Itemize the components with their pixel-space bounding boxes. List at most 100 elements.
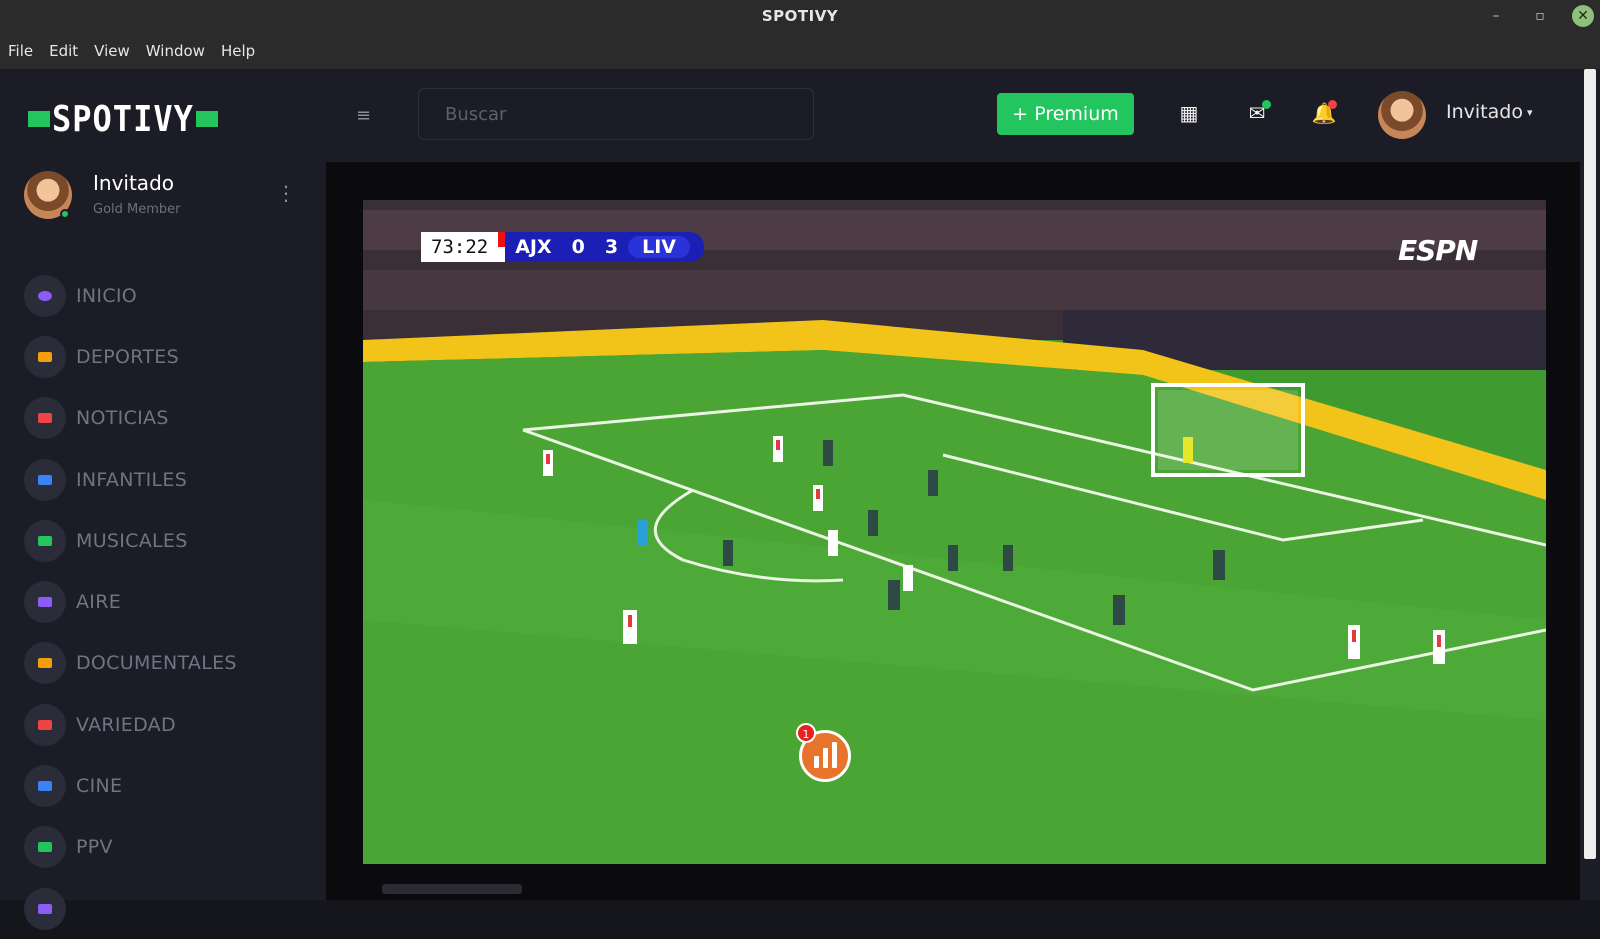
window-title: SPOTIVY [761, 7, 839, 25]
player [823, 440, 833, 466]
player [868, 510, 878, 536]
chevron-down-icon: ▾ [1526, 106, 1533, 119]
scrollbar-thumb[interactable] [1584, 69, 1596, 859]
user-dropdown-label: Invitado [1446, 101, 1523, 123]
hamburger-menu-icon[interactable]: ≡ [356, 105, 371, 126]
bar-chart-icon [813, 756, 819, 768]
ppv-icon-glyph [38, 842, 52, 853]
mail-icon[interactable]: ✉ [1244, 100, 1271, 126]
sidebar-item-label: MUSICALES [76, 529, 188, 552]
goal-net [1158, 390, 1298, 470]
cinema-icon [24, 765, 66, 808]
sidebar-item-label: CINE [76, 775, 123, 798]
menu-file[interactable]: File [8, 42, 33, 60]
goalkeeper [1183, 437, 1193, 463]
ppv-icon [24, 826, 66, 869]
app-logo[interactable]: SPOTIVY [28, 98, 218, 140]
logo-text: SPOTIVY [52, 98, 194, 140]
sidebar-item-label: NOTICIAS [76, 407, 169, 430]
kids-icon [24, 458, 66, 501]
main-content: 73:22 AJX 0 3 LIV ESPN 1 [326, 162, 1580, 900]
more-options-icon[interactable]: ⋮ [276, 183, 296, 203]
broadcast-icon-glyph [38, 597, 52, 608]
player [928, 470, 938, 496]
cinema-icon-glyph [38, 781, 52, 792]
sidebar-item-label: INICIO [76, 284, 138, 307]
sidebar-nav: INICIO DEPORTES NOTICIAS INFANTILES MUSI… [24, 265, 314, 939]
sidebar-item-variedad[interactable]: VARIEDAD [24, 694, 314, 755]
online-status-dot [60, 209, 70, 219]
variety-icon-glyph [38, 719, 52, 730]
player [948, 545, 958, 571]
menu-window[interactable]: Window [146, 42, 205, 60]
notification-bell-icon[interactable]: 🔔 [1311, 100, 1337, 126]
search-input[interactable] [418, 88, 814, 140]
maximize-icon[interactable]: ▫ [1529, 5, 1551, 27]
legal-icon [24, 887, 66, 930]
sidebar-item-label: AIRE [76, 591, 122, 614]
sidebar-item-partial[interactable] [24, 878, 314, 939]
player [1213, 550, 1225, 580]
sidebar-item-inicio[interactable]: INICIO [24, 265, 314, 326]
sidebar-item-ppv[interactable]: PPV [24, 817, 314, 878]
minimize-icon[interactable]: – [1485, 5, 1507, 27]
team-flag [498, 231, 506, 262]
shirt-stripe [776, 440, 780, 450]
sidebar-item-label: DOCUMENTALES [76, 652, 237, 675]
close-icon[interactable]: ✕ [1572, 5, 1594, 27]
sports-icon [24, 335, 66, 378]
sidebar-item-cine[interactable]: CINE [24, 755, 314, 816]
broadcast-icon [24, 581, 66, 624]
news-icon-glyph [38, 413, 52, 424]
vertical-scrollbar[interactable] [1580, 69, 1600, 900]
sidebar-item-deportes[interactable]: DEPORTES [24, 326, 314, 387]
avatar[interactable] [1378, 91, 1426, 139]
score-panel: AJX 0 3 LIV [505, 231, 704, 262]
crowd-row [363, 270, 1546, 310]
sports-icon-glyph [38, 351, 52, 362]
broadcaster-logo: ESPN [1398, 234, 1478, 267]
stats-badge: 1 [796, 723, 816, 743]
match-clock: 73:22 [421, 231, 499, 262]
documentary-icon [24, 642, 66, 685]
sidebar-item-aire[interactable]: AIRE [24, 571, 314, 632]
home-icon-glyph [38, 290, 52, 301]
home-team: AJX [515, 235, 552, 258]
menu-help[interactable]: Help [221, 42, 255, 60]
player [828, 530, 838, 556]
shirt-stripe [546, 454, 550, 464]
apps-grid-glyph: ▦ [1179, 101, 1199, 125]
sidebar-item-noticias[interactable]: NOTICIAS [24, 388, 314, 449]
player [1003, 545, 1013, 571]
music-icon-glyph [38, 535, 52, 546]
stats-button[interactable]: 1 [796, 723, 851, 782]
menu-edit[interactable]: Edit [49, 42, 78, 60]
menu-view[interactable]: View [94, 42, 130, 60]
sidebar-item-label: INFANTILES [76, 468, 188, 491]
shirt-stripe [628, 615, 632, 627]
sidebar-item-label: VARIEDAD [76, 713, 176, 736]
sidebar-item-musicales[interactable]: MUSICALES [24, 510, 314, 571]
sidebar-item-infantiles[interactable]: INFANTILES [24, 449, 314, 510]
sidebar: SPOTIVY Invitado Gold Member ⋮ INICIO DE… [0, 69, 326, 930]
premium-button[interactable]: + Premium [997, 93, 1134, 135]
bar-chart-icon [831, 742, 837, 768]
user-dropdown[interactable]: Invitado ▾ [1446, 101, 1532, 123]
notification-badge-dot [1328, 100, 1337, 109]
shirt-stripe [1437, 635, 1441, 647]
logo-bar-left [28, 111, 50, 127]
sidebar-item-documentales[interactable]: DOCUMENTALES [24, 633, 314, 694]
shirt-stripe [816, 489, 820, 499]
mail-badge-dot [1262, 100, 1271, 109]
logo-bar-right [195, 111, 218, 127]
user-role: Gold Member [93, 202, 181, 217]
apps-grid-icon[interactable]: ▦ [1176, 100, 1202, 126]
player [903, 565, 913, 591]
home-icon [24, 274, 66, 317]
news-icon [24, 397, 66, 440]
player [1113, 595, 1125, 625]
legal-icon-glyph [38, 903, 52, 914]
home-score: 0 [571, 235, 585, 258]
variety-icon [24, 703, 66, 746]
video-player[interactable]: 73:22 AJX 0 3 LIV ESPN 1 [363, 200, 1546, 864]
